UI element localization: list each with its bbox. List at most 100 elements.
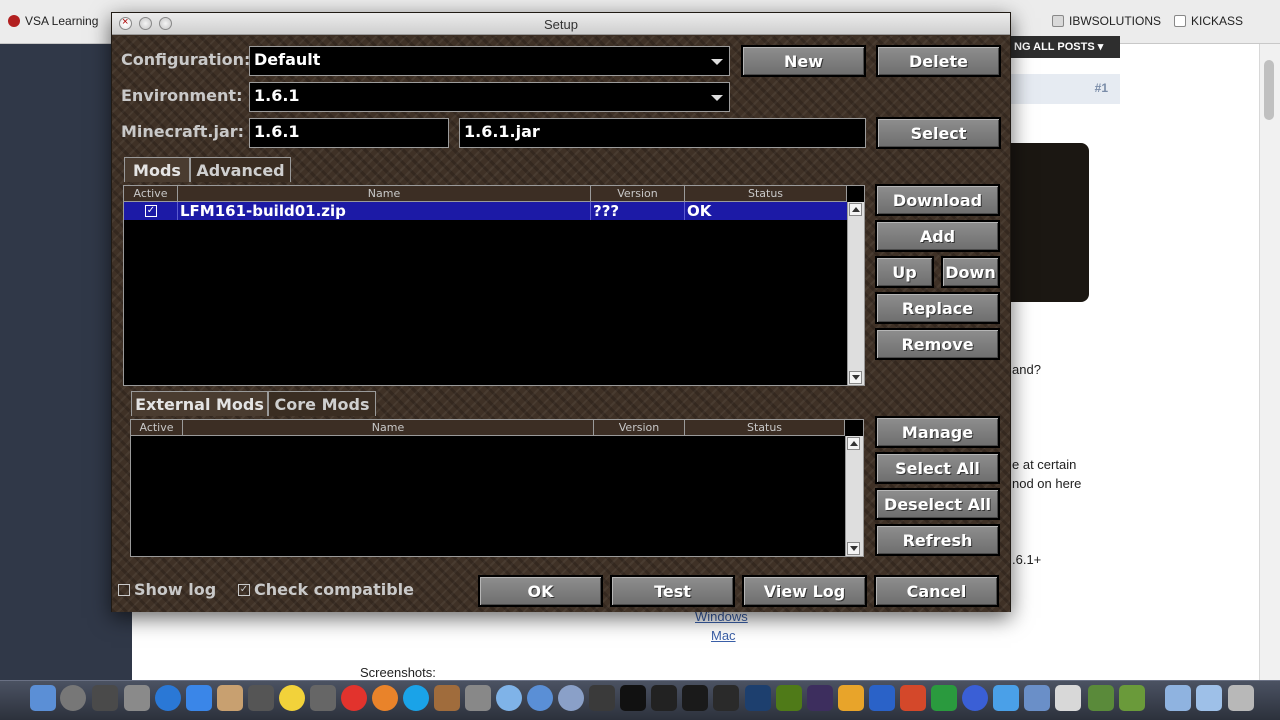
move-up-button[interactable]: Up [875,256,934,288]
add-button[interactable]: Add [875,220,1000,252]
minecraft-icon[interactable] [1119,685,1145,711]
downloads-folder-icon[interactable] [1196,685,1222,711]
column-header-version[interactable]: Version [591,186,685,202]
bookmark-kickass[interactable]: KICKASS [1174,14,1243,28]
tab-advanced[interactable]: Advanced [190,157,291,182]
app-icon[interactable] [1024,685,1050,711]
app-icon[interactable] [589,685,615,711]
mac-link[interactable]: Mac [711,628,736,643]
manage-button[interactable]: Manage [875,416,1000,448]
delete-button[interactable]: Delete [876,45,1001,77]
table-row[interactable]: ✓ LFM161-build01.zip ??? OK [124,202,847,220]
launchpad-icon[interactable] [60,685,86,711]
active-checkbox[interactable]: ✓ [145,205,157,217]
new-button[interactable]: New [741,45,866,77]
tab-external-mods[interactable]: External Mods [131,391,268,416]
app-icon[interactable] [962,685,988,711]
remove-button[interactable]: Remove [875,328,1000,360]
bookmark-label: KICKASS [1191,14,1244,28]
downloads-tooltip: Downloads [1160,646,1235,662]
app-icon[interactable] [558,685,584,711]
show-log-checkbox[interactable]: Show log [118,580,216,599]
check-compatible-checkbox[interactable]: ✓ Check compatible [238,580,414,599]
bookmark-label: VSA Learning [25,14,99,28]
tab-core-mods[interactable]: Core Mods [268,391,376,416]
contacts-icon[interactable] [217,685,243,711]
activity-monitor-icon[interactable] [713,685,739,711]
firefox-icon[interactable] [372,685,398,711]
arrow-up-icon [852,207,860,212]
garageband-icon[interactable] [434,685,460,711]
quicktime-icon[interactable] [527,685,553,711]
browser-scrollbar[interactable] [1259,44,1280,680]
scroll-up-button[interactable] [847,437,860,450]
tab-mods[interactable]: Mods [124,157,190,182]
finder-icon[interactable] [30,685,56,711]
move-down-button[interactable]: Down [941,256,1000,288]
preview-icon[interactable] [1055,685,1081,711]
ok-button[interactable]: OK [478,575,603,607]
vsa-icon [8,15,20,27]
powerpoint-icon[interactable] [900,685,926,711]
environment-dropdown[interactable]: 1.6.1 [249,82,730,112]
excel-icon[interactable] [931,685,957,711]
scroll-down-button[interactable] [847,542,860,555]
photoshop-icon[interactable] [745,685,771,711]
trash-icon[interactable] [1228,685,1254,711]
column-header-name[interactable]: Name [178,186,591,202]
column-header-status[interactable]: Status [685,186,847,202]
cyberduck-icon[interactable] [279,685,305,711]
mission-control-icon[interactable] [92,685,118,711]
column-header-version[interactable]: Version [594,420,685,436]
column-header-active[interactable]: Active [124,186,178,202]
skype-icon[interactable] [403,685,429,711]
external-table-scrollbar[interactable] [845,436,863,556]
cancel-button[interactable]: Cancel [874,575,999,607]
column-header-active[interactable]: Active [131,420,183,436]
app-store-icon[interactable] [186,685,212,711]
terminal-icon[interactable] [651,685,677,711]
minecraft-jar-file-field[interactable]: 1.6.1.jar [459,118,866,148]
title-bar[interactable]: × Setup [112,13,1010,35]
chrome-icon[interactable] [341,685,367,711]
checkbox-box[interactable]: ✓ [238,583,250,596]
view-log-button[interactable]: View Log [742,575,867,607]
bookmark-vsa-learning[interactable]: VSA Learning [8,14,98,28]
messages-icon[interactable] [496,685,522,711]
column-header-name[interactable]: Name [183,420,594,436]
word-icon[interactable] [869,685,895,711]
chevron-down-icon [711,95,723,101]
after-effects-icon[interactable] [807,685,833,711]
x11-icon[interactable] [310,685,336,711]
itunes-icon[interactable] [155,685,181,711]
replace-button[interactable]: Replace [875,292,1000,324]
bookmark-ibwsolutions[interactable]: IBWSOLUTIONS [1052,14,1161,28]
minecraft-version-field[interactable]: 1.6.1 [249,118,449,148]
scroll-up-button[interactable] [849,203,862,216]
app-icon[interactable] [465,685,491,711]
test-button[interactable]: Test [610,575,735,607]
select-all-button[interactable]: Select All [875,452,1000,484]
select-jar-button[interactable]: Select [876,117,1001,149]
dreamweaver-icon[interactable] [776,685,802,711]
mods-table-scrollbar[interactable] [847,202,864,385]
scroll-down-button[interactable] [849,371,862,384]
applications-folder-icon[interactable] [1165,685,1191,711]
checkbox-box[interactable] [118,583,130,596]
download-button[interactable]: Download [875,184,1000,216]
row-active-cell[interactable]: ✓ [124,202,178,220]
minecraft-jar-label: Minecraft.jar: [121,122,245,141]
app-icon[interactable] [838,685,864,711]
minecraft-icon[interactable] [1088,685,1114,711]
safari-icon[interactable] [993,685,1019,711]
configuration-dropdown[interactable]: Default [249,46,730,76]
idle-icon[interactable] [620,685,646,711]
refresh-button[interactable]: Refresh [875,524,1000,556]
browser-scroll-thumb[interactable] [1264,60,1274,120]
app-icon[interactable] [248,685,274,711]
system-preferences-icon[interactable] [124,685,150,711]
forum-header-strip[interactable]: NG ALL POSTS ▾ [1010,36,1120,58]
deselect-all-button[interactable]: Deselect All [875,488,1000,520]
console-icon[interactable] [682,685,708,711]
column-header-status[interactable]: Status [685,420,845,436]
